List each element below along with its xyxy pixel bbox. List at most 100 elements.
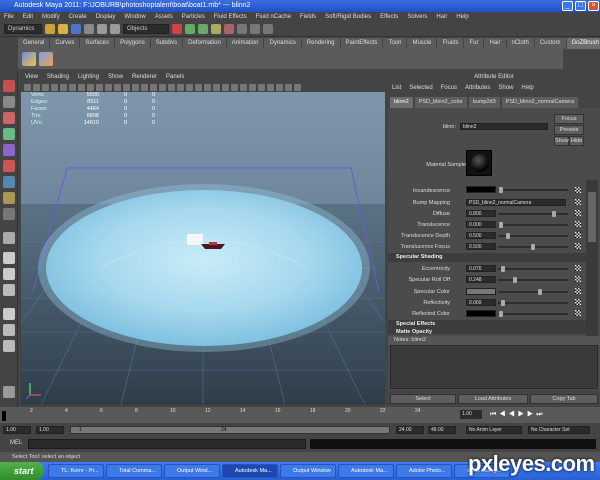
playback-end-field[interactable]: 24.00 [396, 426, 424, 434]
ae-tab-blinn2[interactable]: blinn2 [390, 97, 413, 108]
eccentricity-field[interactable]: 0.076 [466, 265, 496, 272]
origin-axis-icon[interactable] [294, 83, 301, 91]
eccentricity-map-icon[interactable] [575, 265, 581, 271]
move-tool-icon[interactable] [3, 128, 15, 140]
specular-rolloff-map-icon[interactable] [575, 276, 581, 282]
goz-icon[interactable] [22, 52, 36, 66]
render-icon[interactable] [237, 24, 247, 34]
node-name-field[interactable]: blinn2 [460, 123, 548, 130]
reflectivity-map-icon[interactable] [575, 299, 581, 305]
backface-icon[interactable] [195, 83, 202, 91]
lasso-tool-icon[interactable] [3, 96, 15, 108]
menu-set-dropdown[interactable]: Dynamics [4, 24, 42, 34]
specular-color-map-icon[interactable] [575, 288, 581, 294]
hide-button[interactable]: Hide [569, 136, 584, 146]
current-time-marker[interactable] [2, 411, 6, 421]
select-hierarchy-icon[interactable] [84, 24, 94, 34]
close-button[interactable]: × [588, 1, 599, 11]
reflected-color-map-icon[interactable] [575, 310, 581, 316]
diffuse-field[interactable]: 0.800 [466, 210, 496, 217]
vp-menu-lighting[interactable]: Lighting [78, 74, 99, 80]
shelf-tab-gozbrush[interactable]: GoZBrush [566, 38, 600, 49]
menu-edit[interactable]: Edit [23, 14, 33, 20]
frame-rate-icon[interactable] [276, 83, 283, 91]
gate-mask-icon[interactable] [87, 83, 94, 91]
select-object-icon[interactable] [97, 24, 107, 34]
translucence-focus-slider[interactable] [498, 244, 568, 250]
layout-graph-icon[interactable] [3, 308, 15, 320]
shelf-tab-curves[interactable]: Curves [50, 38, 80, 49]
shelf-tab-custom[interactable]: Custom [534, 38, 566, 49]
poly-count-icon[interactable] [267, 83, 274, 91]
eccentricity-slider[interactable] [498, 266, 568, 272]
snap-grid-icon[interactable] [185, 24, 195, 34]
specular-color-swatch[interactable] [466, 288, 496, 295]
playback-controls[interactable]: ⏮◀◀▶▶⏭ [490, 410, 546, 419]
perspective-viewport[interactable]: Verts: 5500 0 0 Edges: 8911 0 0 Faces: 4464 0 0 T… [21, 92, 385, 405]
soft-mod-icon[interactable] [3, 192, 15, 204]
menu-display[interactable]: Display [96, 14, 116, 20]
textured-icon[interactable] [150, 83, 157, 91]
ae-tab-psd-normal[interactable]: PSD_blinn2_normalCamera [501, 97, 579, 108]
ssao-icon[interactable] [222, 83, 229, 91]
menu-help[interactable]: Help [456, 14, 468, 20]
translucence-field[interactable]: 0.000 [466, 221, 496, 228]
shelf-tab-general[interactable]: General [18, 38, 50, 49]
rotate-tool-icon[interactable] [3, 144, 15, 156]
taskbar-item-active[interactable]: Autodesk Ma... [222, 464, 278, 478]
shelf-tab-ncloth[interactable]: nCloth [506, 38, 534, 49]
snap-curve-icon[interactable] [198, 24, 208, 34]
reflectivity-slider[interactable] [498, 300, 568, 306]
layout-single-icon[interactable] [3, 232, 15, 244]
specular-rolloff-slider[interactable] [498, 277, 568, 283]
menu-file[interactable]: File [4, 14, 14, 20]
image-plane-icon[interactable] [51, 83, 58, 91]
taskbar-item[interactable]: Output Window [280, 464, 336, 478]
ae-tab-bump2d3[interactable]: bump2d3 [468, 97, 500, 108]
xray-joints-icon[interactable] [186, 83, 193, 91]
field-chart-icon[interactable] [96, 83, 103, 91]
menu-solvers[interactable]: Solvers [407, 14, 427, 20]
ae-select-button[interactable]: Select [390, 394, 456, 404]
shadows-icon[interactable] [168, 83, 175, 91]
smooth-shade-icon[interactable] [132, 83, 139, 91]
ae-menu-attributes[interactable]: Attributes [465, 85, 490, 91]
ae-tab-psd-color[interactable]: PSD_blinn2_color [414, 97, 467, 108]
save-scene-icon[interactable] [71, 24, 81, 34]
vp-menu-view[interactable]: View [25, 74, 38, 80]
vp-menu-renderer[interactable]: Renderer [132, 74, 157, 80]
playback-start-field[interactable]: 1.00 [36, 426, 64, 434]
motion-blur-icon[interactable] [231, 83, 238, 91]
script-editor-icon[interactable] [3, 386, 15, 398]
slider-knob[interactable] [499, 311, 503, 317]
slider-knob[interactable] [531, 244, 535, 250]
scale-tool-icon[interactable] [3, 160, 15, 172]
shelf-tab-painteffects[interactable]: PaintEffects [340, 38, 383, 49]
taskbar-item[interactable]: Output Wind... [164, 464, 220, 478]
shelf-tab-dynamics[interactable]: Dynamics [264, 38, 301, 49]
reflectivity-field[interactable]: 0.069 [466, 299, 496, 306]
layout-custom-icon[interactable] [3, 340, 15, 352]
menu-assets[interactable]: Assets [155, 14, 173, 20]
bookmark-icon[interactable] [42, 83, 49, 91]
wireframe-icon[interactable] [123, 83, 130, 91]
render-settings-icon[interactable] [263, 24, 273, 34]
mask-icon[interactable] [172, 24, 182, 34]
specular-shading-header[interactable]: Specular Shading [388, 253, 586, 262]
ae-copy-tab-button[interactable]: Copy Tab [530, 394, 598, 404]
translucence-focus-map-icon[interactable] [575, 243, 581, 249]
open-scene-icon[interactable] [58, 24, 68, 34]
ae-menu-focus[interactable]: Focus [441, 85, 457, 91]
matte-opacity-header[interactable]: Matte Opacity [388, 329, 586, 334]
minimize-button[interactable]: _ [562, 1, 573, 11]
layout-two-icon[interactable] [3, 268, 15, 280]
presets-button[interactable]: Presets [554, 125, 584, 135]
safe-action-icon[interactable] [105, 83, 112, 91]
aa-icon[interactable] [240, 83, 247, 91]
ipr-render-icon[interactable] [250, 24, 260, 34]
menu-effects[interactable]: Effects [380, 14, 398, 20]
slider-knob[interactable] [513, 277, 517, 283]
taskbar-item[interactable]: Adobe Photo... [396, 464, 452, 478]
xray-icon[interactable] [177, 83, 184, 91]
vp-menu-shading[interactable]: Shading [47, 74, 69, 80]
